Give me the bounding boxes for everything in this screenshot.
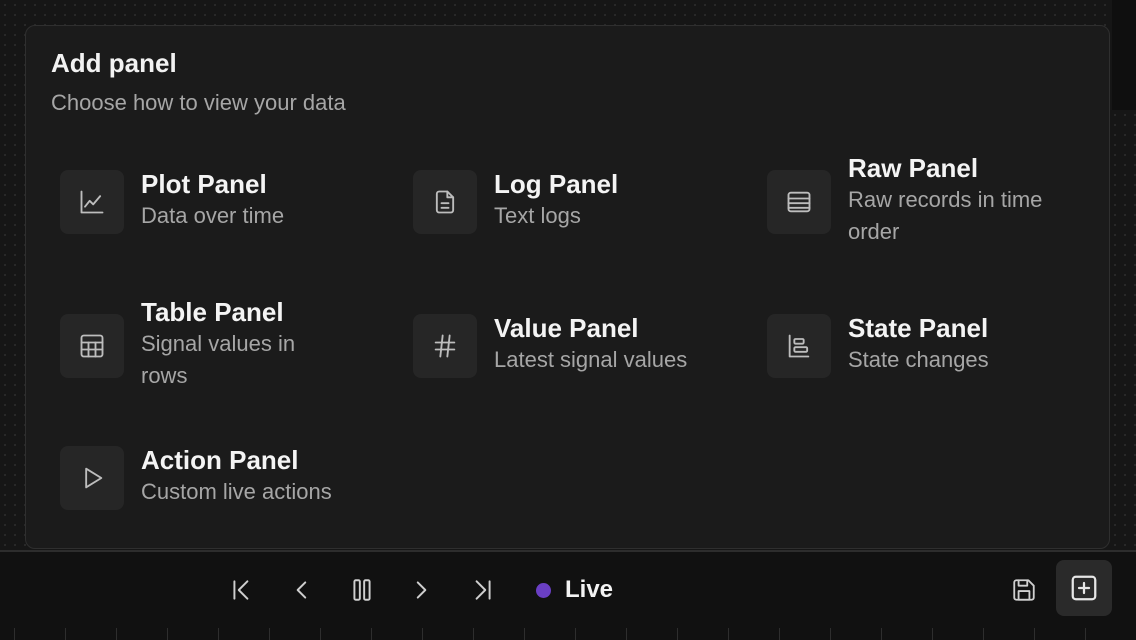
option-name: Log Panel (494, 169, 619, 199)
table-grid-icon (80, 334, 104, 358)
option-description: Text logs (494, 203, 581, 228)
option-state-panel[interactable]: State Panel State changes (767, 313, 989, 378)
hash-icon (434, 334, 456, 358)
step-back-icon (296, 581, 307, 599)
option-icon-tile (60, 170, 124, 234)
option-description: Signal values in rows (141, 331, 296, 388)
timeline-ticks (0, 628, 1136, 640)
save-icon (1013, 579, 1035, 601)
option-log-panel[interactable]: Log Panel Text logs (413, 169, 619, 234)
skip-to-end-icon (475, 580, 491, 600)
line-chart-icon (80, 190, 104, 214)
dialog-title: Add panel (51, 48, 177, 78)
option-name: State Panel (848, 313, 989, 343)
option-description: Custom live actions (141, 479, 332, 504)
option-name: Value Panel (494, 313, 639, 343)
option-description: Latest signal values (494, 347, 688, 372)
add-panel-dialog: Add panel Choose how to view your data P… (25, 25, 1110, 549)
dialog-subtitle: Choose how to view your data (51, 90, 346, 115)
add-square-icon (1071, 575, 1097, 601)
step-back-button[interactable] (280, 570, 324, 610)
document-icon (435, 190, 455, 214)
option-icon-tile (413, 314, 477, 378)
option-icon-tile (60, 446, 124, 510)
step-forward-icon (416, 581, 427, 599)
skip-to-end-button[interactable] (460, 570, 504, 610)
save-button[interactable] (1002, 570, 1046, 610)
live-status-dot (536, 582, 551, 598)
playback-toolbar: Live (0, 552, 1136, 640)
live-toggle[interactable]: Live (536, 572, 613, 608)
pause-button[interactable] (340, 570, 384, 610)
option-name: Action Panel (141, 445, 299, 475)
skip-to-start-button[interactable] (220, 570, 264, 610)
option-table-panel[interactable]: Table Panel Signal values in rows (60, 297, 341, 392)
option-description: Data over time (141, 203, 285, 228)
option-action-panel[interactable]: Action Panel Custom live actions (60, 445, 332, 510)
option-value-panel[interactable]: Value Panel Latest signal values (413, 313, 688, 378)
option-plot-panel[interactable]: Plot Panel Data over time (60, 169, 285, 234)
play-icon (85, 467, 103, 489)
state-timeline-icon (788, 334, 810, 358)
skip-to-start-icon (233, 580, 249, 600)
option-icon-tile (767, 170, 831, 234)
live-label: Live (565, 576, 614, 603)
option-description: State changes (848, 347, 989, 372)
option-name: Raw Panel (848, 153, 979, 183)
option-name: Plot Panel (141, 169, 267, 199)
option-icon-tile (60, 314, 124, 378)
option-icon-tile (767, 314, 831, 378)
option-icon-tile (413, 170, 477, 234)
option-name: Table Panel (141, 297, 284, 327)
option-raw-panel[interactable]: Raw Panel Raw records in time order (767, 153, 1078, 248)
add-panel-button[interactable] (1056, 560, 1112, 616)
option-description: Raw records in time order (848, 187, 1043, 244)
side-panel-edge (1112, 0, 1136, 110)
list-rows-icon (787, 191, 811, 213)
pause-icon (353, 579, 371, 601)
step-forward-button[interactable] (399, 570, 443, 610)
